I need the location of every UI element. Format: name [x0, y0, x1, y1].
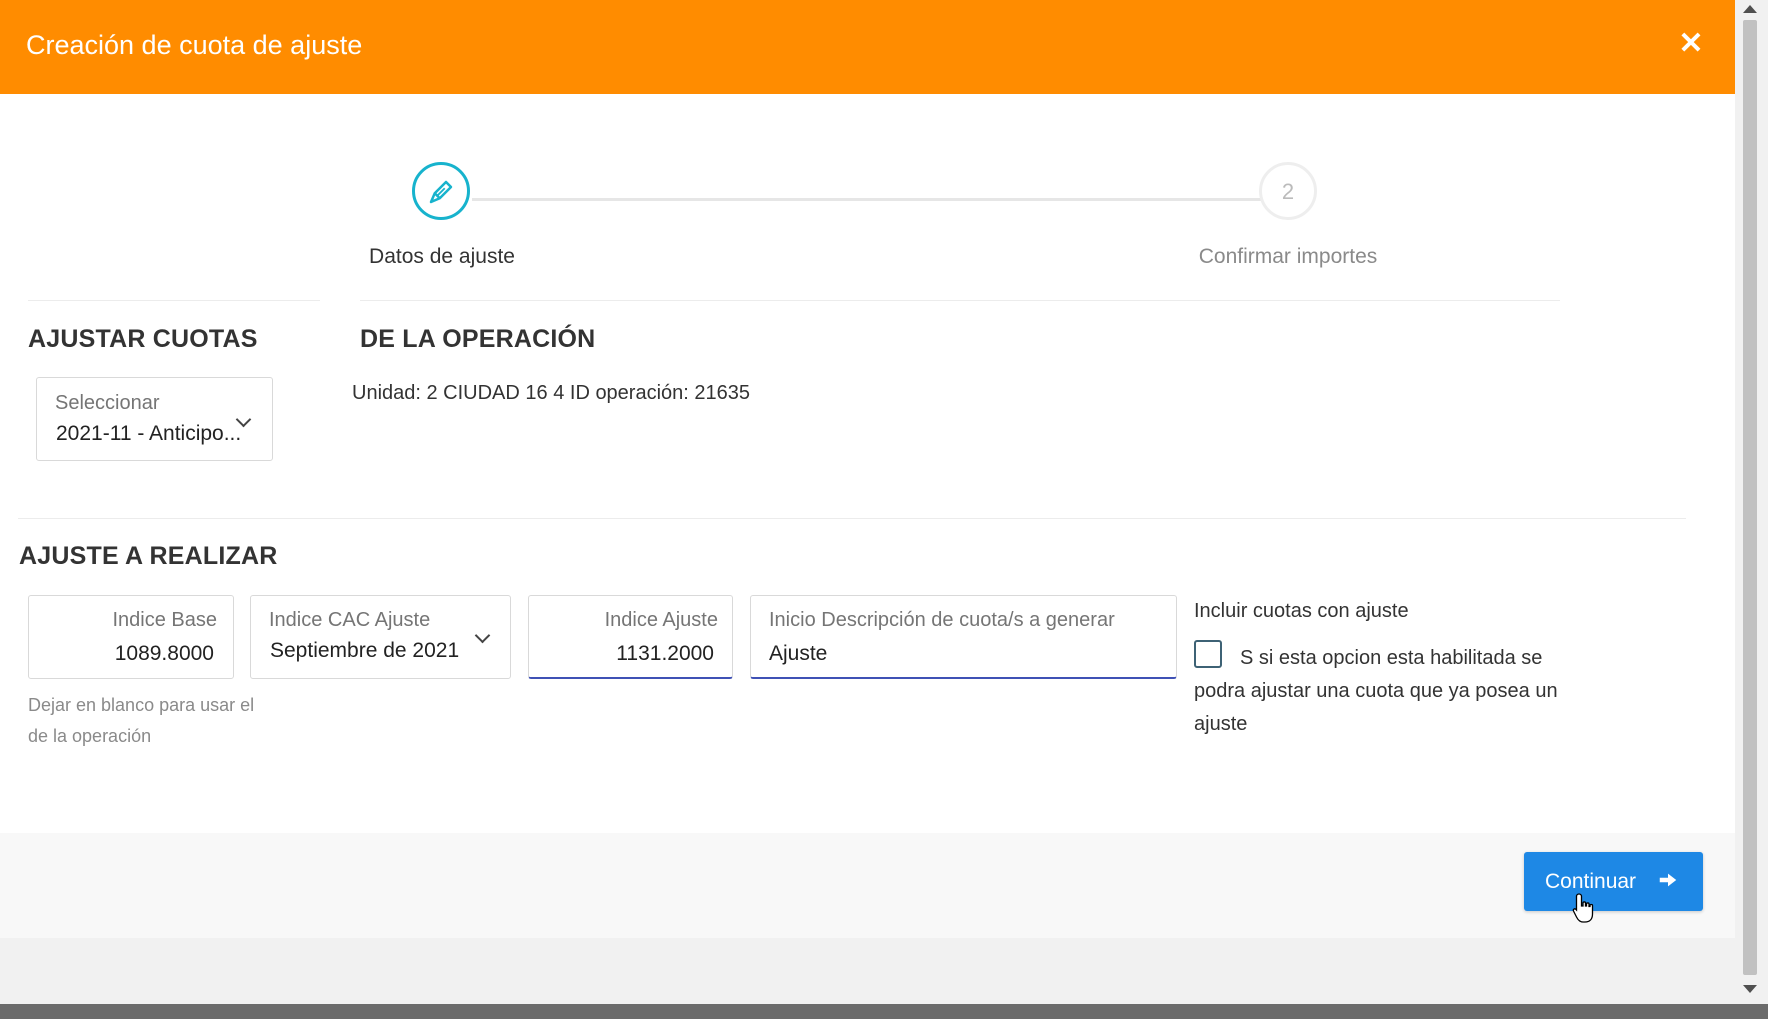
step-1-indicator[interactable]	[412, 162, 470, 220]
hand-cursor-icon	[1572, 893, 1594, 923]
cuota-select-value: 2021-11 - Anticipo...	[56, 422, 242, 445]
step-2-label: Confirmar importes	[1198, 245, 1378, 268]
pencil-icon	[429, 180, 453, 204]
incluir-title: Incluir cuotas con ajuste	[1194, 600, 1409, 622]
continue-label: Continuar	[1545, 870, 1637, 893]
scrollbar[interactable]	[1735, 0, 1768, 1004]
indice-ajuste-value: 1131.2000	[616, 642, 714, 665]
divider	[18, 518, 1686, 519]
continue-button[interactable]: Continuar	[1524, 852, 1703, 911]
indice-base-hint: Dejar en blanco para usar el de la opera…	[28, 695, 255, 746]
close-icon[interactable]: ✕	[1675, 28, 1707, 60]
cuota-select[interactable]: Seleccionar 2021-11 - Anticipo...	[36, 377, 273, 461]
operacion-info: Unidad: 2 CIUDAD 16 4 ID operación: 2163…	[352, 382, 751, 404]
indice-base-label: Indice Base	[112, 609, 217, 631]
divider	[28, 300, 320, 301]
modal-header: Creación de cuota de ajuste ✕	[0, 0, 1735, 94]
descripcion-field[interactable]: Inicio Descripción de cuota/s a generar …	[750, 595, 1177, 679]
indice-cac-value: Septiembre de 2021	[270, 639, 460, 662]
scroll-up-icon[interactable]	[1743, 5, 1757, 13]
arrow-right-icon	[1659, 873, 1677, 887]
indice-cac-label: Indice CAC Ajuste	[269, 609, 431, 631]
indice-ajuste-field[interactable]: Indice Ajuste 1131.2000	[528, 595, 733, 679]
step-1-label: Datos de ajuste	[369, 245, 515, 268]
incluir-text: S si esta opcion esta habilitada se podr…	[1194, 647, 1558, 735]
modal-footer	[0, 833, 1735, 939]
indice-ajuste-label: Indice Ajuste	[604, 609, 718, 631]
step-2-indicator[interactable]: 2	[1259, 162, 1317, 220]
indice-base-field[interactable]: Indice Base 1089.8000	[28, 595, 234, 679]
indice-base-value: 1089.8000	[114, 642, 214, 665]
ajustar-cuotas-title: AJUSTAR CUOTAS	[28, 325, 258, 353]
chevron-down-icon	[474, 627, 491, 644]
bottom-strip	[0, 1004, 1768, 1019]
scrollbar-thumb[interactable]	[1743, 20, 1757, 975]
cuota-select-label: Seleccionar	[55, 392, 160, 414]
operacion-title: DE LA OPERACIÓN	[360, 325, 596, 353]
modal-title: Creación de cuota de ajuste	[26, 30, 363, 60]
ajuste-title: AJUSTE A REALIZAR	[19, 542, 278, 570]
divider	[360, 300, 1560, 301]
scroll-down-icon[interactable]	[1743, 985, 1757, 993]
descripcion-label: Inicio Descripción de cuota/s a generar	[769, 609, 1115, 631]
modal-dialog: Creación de cuota de ajuste ✕ 2 Datos de…	[0, 0, 1735, 939]
stepper-line	[472, 198, 1262, 201]
descripcion-value: Ajuste	[769, 642, 828, 665]
indice-cac-select[interactable]: Indice CAC Ajuste Septiembre de 2021	[250, 595, 511, 679]
page-background	[0, 938, 1735, 1004]
